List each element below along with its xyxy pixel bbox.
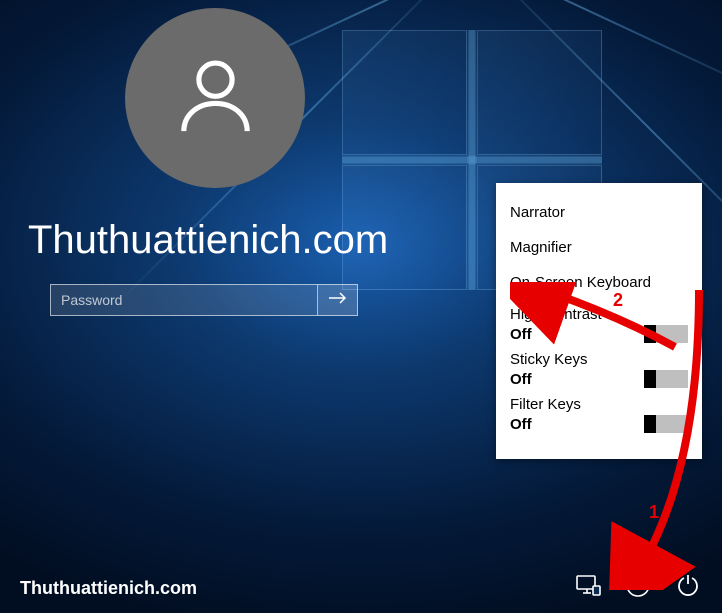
network-icon: [575, 574, 601, 601]
filter-keys-block: Filter Keys Off: [510, 396, 688, 433]
password-row: [50, 284, 358, 316]
password-input[interactable]: [50, 284, 318, 316]
ease-of-access-menu: Narrator Magnifier On-Screen Keyboard Hi…: [496, 183, 702, 459]
submit-button[interactable]: [318, 284, 358, 316]
user-icon: [168, 48, 263, 148]
annotation-label-1: 1: [649, 502, 659, 523]
narrator-menu-item[interactable]: Narrator: [510, 195, 688, 230]
arrow-right-icon: [328, 291, 348, 310]
network-button[interactable]: [574, 573, 602, 601]
watermark-text: Thuthuattienich.com: [20, 578, 197, 599]
sticky-keys-state: Off: [510, 371, 532, 388]
bg-light-beam: [351, 0, 722, 112]
high-contrast-state: Off: [510, 326, 532, 343]
username-display: Thuthuattienich.com: [28, 218, 388, 263]
ease-of-access-button[interactable]: [624, 573, 652, 601]
system-icons-tray: [574, 573, 702, 601]
sticky-keys-toggle[interactable]: [644, 370, 688, 388]
user-avatar: [125, 8, 305, 188]
high-contrast-label: High Contrast: [510, 306, 688, 323]
ease-of-access-icon: [625, 572, 651, 603]
power-icon: [676, 573, 700, 602]
sticky-keys-label: Sticky Keys: [510, 351, 688, 368]
high-contrast-toggle[interactable]: [644, 325, 688, 343]
magnifier-menu-item[interactable]: Magnifier: [510, 230, 688, 265]
filter-keys-state: Off: [510, 416, 532, 433]
sticky-keys-block: Sticky Keys Off: [510, 351, 688, 388]
filter-keys-label: Filter Keys: [510, 396, 688, 413]
power-button[interactable]: [674, 573, 702, 601]
on-screen-keyboard-menu-item[interactable]: On-Screen Keyboard: [510, 265, 688, 300]
filter-keys-toggle[interactable]: [644, 415, 688, 433]
high-contrast-block: High Contrast Off: [510, 306, 688, 343]
